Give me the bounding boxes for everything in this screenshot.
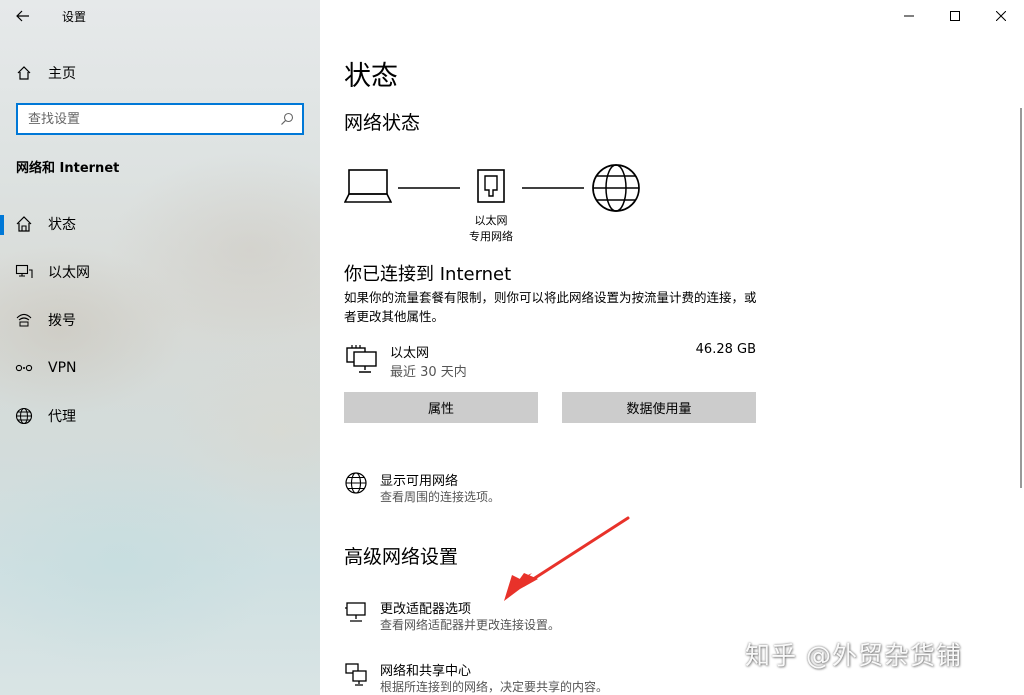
connection-period: 最近 30 天内 [390,365,467,380]
internet-globe-icon [592,164,640,212]
main-panel: 状态 网络状态 以太网 专用网络 你已连接到 Internet 如果你的流量套餐… [320,0,1024,695]
sidebar-item-label: 代理 [48,409,76,425]
sidebar-item-vpn[interactable]: VPN [0,346,320,390]
search-input[interactable] [28,111,280,127]
section-title: 网络和 Internet [16,161,120,176]
globe-icon [14,407,34,425]
adapter-options-desc: 查看网络适配器并更改连接设置。 [380,618,561,632]
show-networks-title: 显示可用网络 [380,474,459,489]
annotation-arrow [504,516,630,601]
sharing-center-icon [345,663,367,686]
sidebar-item-ethernet[interactable]: 以太网 [0,250,320,294]
vpn-icon [14,362,34,374]
scrollbar[interactable] [1020,108,1022,488]
minimize-icon [904,15,914,17]
search-icon [281,112,294,125]
ethernet-adapter-icon [477,169,505,203]
home-icon [10,65,38,81]
ethernet-computer-icon [346,345,377,373]
home-link[interactable]: 主页 [10,60,76,86]
show-networks-desc: 查看周围的连接选项。 [380,490,501,504]
selection-indicator [0,215,4,235]
show-available-networks-link[interactable]: 显示可用网络 查看周围的连接选项。 [344,470,744,510]
data-usage-value: 46.28 GB [695,342,756,357]
adapter-sublabel: 专用网络 [469,230,513,243]
connection-line [398,187,460,189]
connection-summary: 以太网 最近 30 天内 46.28 GB [344,342,756,382]
sharing-center-desc: 根据所连接到的网络，决定要共享的内容。 [380,680,609,694]
sidebar-item-label: 以太网 [48,265,90,281]
sharing-center-title: 网络和共享中心 [380,664,472,679]
back-arrow-icon [16,10,29,22]
maximize-button[interactable] [932,0,978,32]
network-diagram: 以太网 专用网络 [344,160,644,250]
network-adapter-icon [345,602,366,622]
network-sharing-center-link[interactable]: 网络和共享中心 根据所连接到的网络，决定要共享的内容。 [344,660,744,695]
sidebar-item-label: 状态 [48,217,76,233]
sidebar-item-dialup[interactable]: 拨号 [0,298,320,342]
ethernet-icon [14,264,34,280]
network-status-heading: 网络状态 [344,112,421,134]
adapter-label: 以太网 [474,214,508,227]
back-button[interactable] [10,4,36,28]
properties-button[interactable]: 属性 [344,392,538,423]
connected-title: 你已连接到 Internet [344,264,512,285]
home-label: 主页 [48,66,76,82]
connected-description: 如果你的流量套餐有限制，则你可以将此网络设置为按流量计费的连接，或者更改其他属性… [344,290,757,324]
window-title: 设置 [62,10,87,24]
close-button[interactable] [978,0,1024,32]
sidebar-item-label: VPN [48,360,77,376]
connection-line [522,187,584,189]
sidebar-item-status[interactable]: 状态 [0,202,320,246]
globe-network-icon [345,472,367,494]
advanced-settings-heading: 高级网络设置 [344,546,459,568]
page-title: 状态 [344,61,398,92]
connection-name: 以太网 [390,346,430,361]
watermark: 知乎 @外贸杂货铺 [745,641,962,670]
minimize-button[interactable] [886,0,932,32]
laptop-icon [344,169,392,203]
sidebar-item-label: 拨号 [48,313,76,329]
home-status-icon [14,215,34,233]
dialup-icon [14,312,34,328]
search-box[interactable] [16,103,304,135]
window-controls [886,0,1024,32]
maximize-icon [950,11,960,21]
close-icon [996,11,1006,21]
data-usage-button[interactable]: 数据使用量 [562,392,756,423]
sidebar-item-proxy[interactable]: 代理 [0,394,320,438]
sidebar: 设置 主页 网络和 Internet 状态 以太网 拨号 [0,0,320,695]
adapter-options-title: 更改适配器选项 [380,602,472,617]
